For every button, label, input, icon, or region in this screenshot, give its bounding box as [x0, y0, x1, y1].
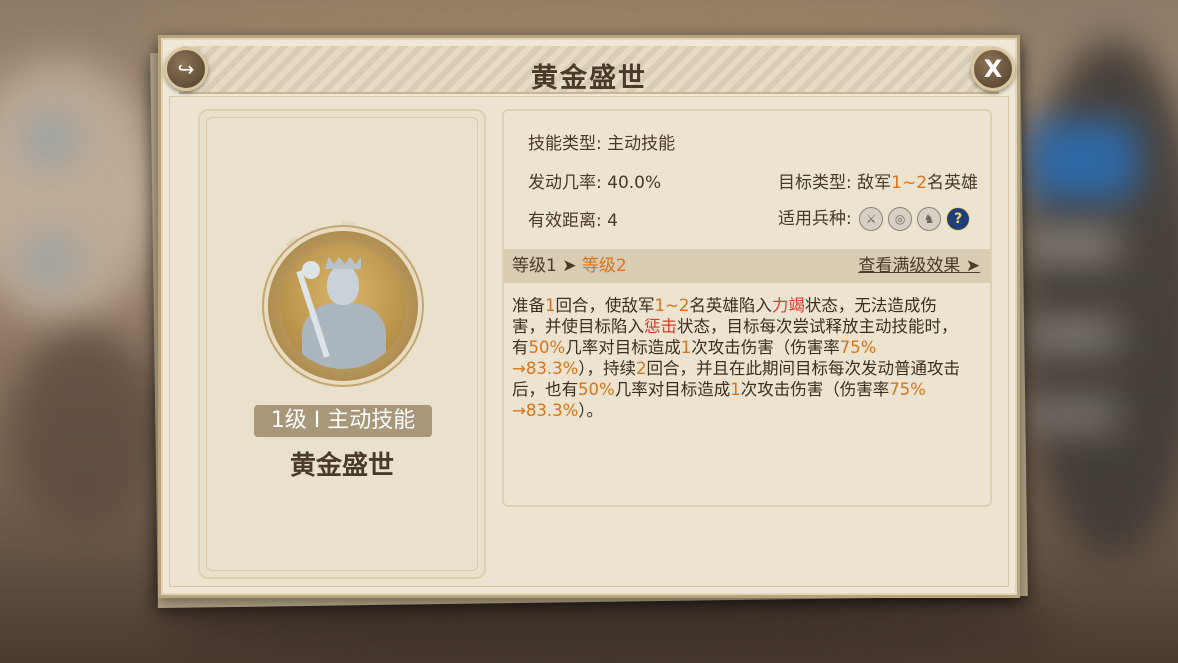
description-segment: 几率对目标造成: [565, 338, 681, 357]
troop-types-label: 适用兵种:: [778, 209, 852, 229]
description-segment: 名英雄陷入: [689, 296, 772, 315]
skill-portrait-panel: 1级 I 主动技能 黄金盛世: [198, 109, 486, 579]
trigger-rate-row: 发动几率: 40.0%: [528, 168, 661, 193]
view-max-label: 查看满级效果: [858, 256, 961, 276]
target-type-label: 目标类型:: [778, 173, 852, 193]
skill-description: 准备1回合，使敌军1~2名英雄陷入力竭状态，无法造成伤害，并使目标陷入惩击状态，…: [512, 295, 968, 421]
skill-detail-dialog: 黄金盛世 ↪ X 1级 I 主动技能 黄金盛世 技能类型: 主动技能 发动几率:…: [150, 35, 1028, 609]
trigger-rate-value: 40.0%: [607, 173, 662, 193]
description-segment: 1: [545, 296, 556, 315]
description-segment: 惩击: [644, 317, 677, 336]
level-comparison-bar: 等级1 ➤ 等级2 查看满级效果 ➤: [504, 249, 990, 283]
dialog-title: 黄金盛世: [531, 63, 647, 94]
share-button[interactable]: ↪: [164, 47, 208, 91]
range-row: 有效距离: 4: [528, 206, 618, 231]
dialog-frame: 黄金盛世 ↪ X 1级 I 主动技能 黄金盛世 技能类型: 主动技能 发动几率:…: [158, 35, 1020, 598]
sword-icon: ⚔: [859, 207, 884, 231]
troop-types-row: 适用兵种: ⚔ ◎ ♞ ?: [778, 204, 971, 231]
description-segment: 1: [730, 380, 741, 399]
description-segment: 1~2: [654, 296, 690, 315]
range-value: 4: [607, 211, 618, 231]
target-type-prefix: 敌军: [857, 173, 892, 193]
dialog-content: 1级 I 主动技能 黄金盛世 技能类型: 主动技能 发动几率: 40.0% 目标…: [169, 96, 1009, 587]
description-segment: 1: [680, 338, 692, 357]
target-icon: ◎: [888, 207, 913, 231]
horse-icon: ♞: [917, 207, 942, 231]
description-segment: 50%: [578, 380, 615, 399]
description-segment: 几率对目标造成: [614, 380, 731, 399]
close-icon: X: [983, 55, 1003, 83]
description-segment: 次攻击伤害（伤害率: [740, 380, 890, 399]
statue-skill-icon: [280, 243, 406, 369]
description-segment: 50%: [528, 338, 566, 357]
range-label: 有效距离:: [528, 211, 602, 231]
skill-type-value: 主动技能: [607, 134, 676, 154]
level-arrow-icon: ➤: [562, 256, 577, 276]
skill-level-tag: 1级 I 主动技能: [254, 405, 432, 437]
target-type-row: 目标类型: 敌军1~2名英雄: [778, 168, 978, 193]
skill-name: 黄金盛世: [289, 451, 394, 481]
description-segment: ），持续: [578, 359, 636, 378]
level-comparison: 等级1 ➤ 等级2: [512, 249, 627, 283]
current-level: 等级1: [512, 256, 557, 276]
target-type-count: 1~2: [891, 173, 928, 193]
dialog-header: 黄金盛世: [179, 46, 999, 94]
description-segment: 准备: [512, 296, 545, 315]
share-icon: ↪: [177, 57, 195, 81]
view-max-level-link[interactable]: 查看满级效果 ➤: [858, 249, 980, 283]
troop-icons: ⚔ ◎ ♞ ?: [859, 207, 971, 231]
next-level: 等级2: [581, 256, 627, 276]
close-button[interactable]: X: [971, 47, 1015, 91]
skill-info-panel: 技能类型: 主动技能 发动几率: 40.0% 目标类型: 敌军1~2名英雄 有效…: [502, 109, 992, 507]
chevron-right-icon: ➤: [965, 256, 980, 276]
skill-type-row: 技能类型: 主动技能: [528, 129, 675, 154]
description-segment: 次攻击伤害（伤害率: [691, 338, 840, 357]
description-segment: ）。: [578, 401, 603, 420]
help-icon[interactable]: ?: [946, 207, 971, 231]
target-type-suffix: 名英雄: [927, 173, 979, 193]
description-segment: 回合，使敌军: [555, 296, 655, 315]
description-segment: 力竭: [771, 296, 805, 315]
trigger-rate-label: 发动几率:: [528, 173, 602, 193]
skill-icon-ring: [268, 231, 418, 381]
skill-type-label: 技能类型:: [528, 134, 602, 154]
description-segment: 2: [636, 359, 647, 378]
